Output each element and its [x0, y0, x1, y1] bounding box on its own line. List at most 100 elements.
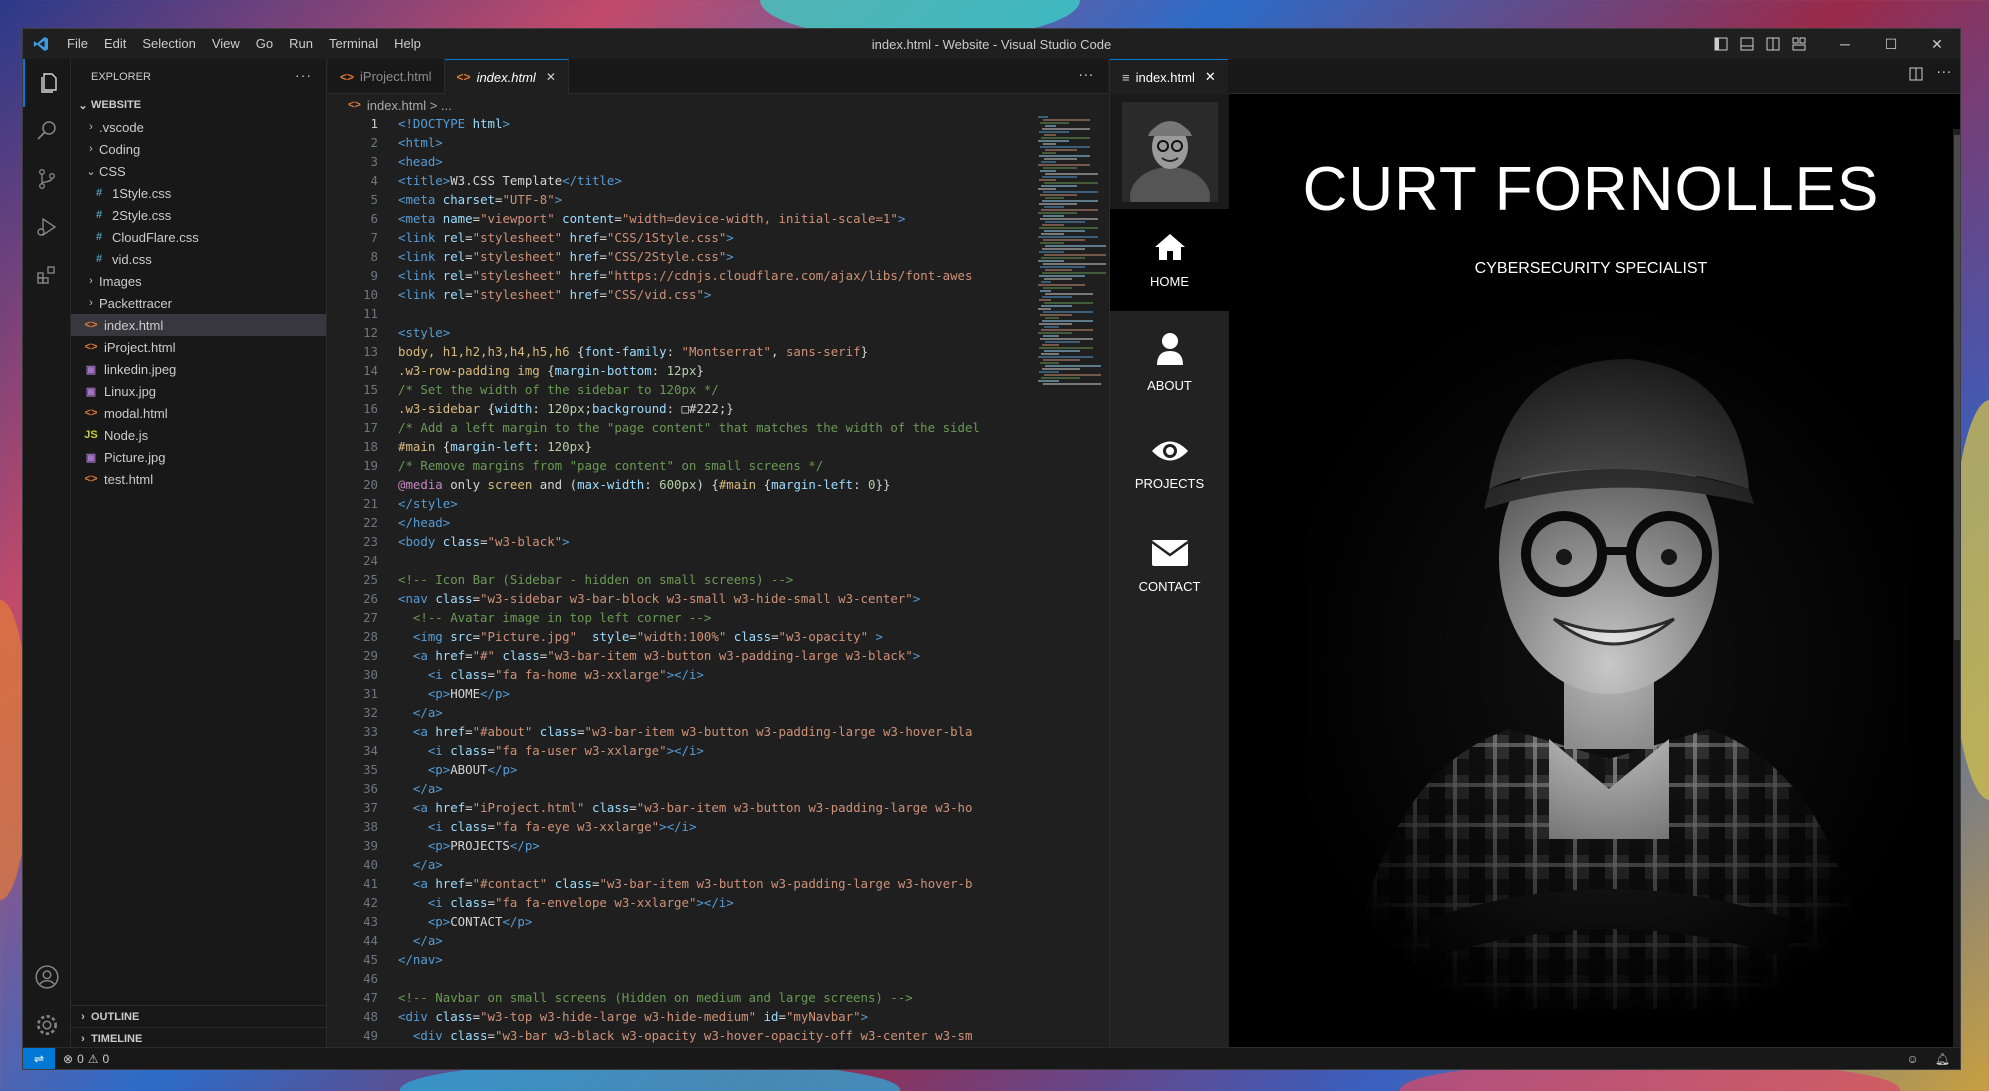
line-number: 28: [363, 629, 378, 644]
folder-images[interactable]: › Images: [71, 270, 326, 292]
file-vid-css[interactable]: # vid.css: [71, 248, 326, 270]
file-iproject-html[interactable]: <> iProject.html: [71, 336, 326, 358]
menu-file[interactable]: File: [59, 29, 96, 59]
code-text: <p>ABOUT</p>: [398, 762, 518, 777]
code-line: 29 <a href="#" class="w3-bar-item w3-but…: [328, 648, 1108, 667]
split-editor-icon[interactable]: [1909, 67, 1923, 85]
toggle-secondary-sidebar-icon[interactable]: [1760, 29, 1786, 59]
folder-coding[interactable]: › Coding: [71, 138, 326, 160]
line-number: 10: [363, 287, 378, 302]
line-number: 41: [363, 876, 378, 891]
status-bar: ⇌ ⊗ 0 ⚠ 0 ☺ 🔔︎: [23, 1047, 1960, 1069]
line-number: 48: [363, 1009, 378, 1024]
file-modal-html[interactable]: <> modal.html: [71, 402, 326, 424]
close-tab-icon[interactable]: ✕: [546, 70, 556, 84]
workspace-root[interactable]: ⌄ WEBSITE: [71, 94, 326, 116]
file-node-js[interactable]: JS Node.js: [71, 424, 326, 446]
code-line: 10 <link rel="stylesheet" href="CSS/vid.c…: [328, 287, 1108, 306]
code-line: 13 body, h1,h2,h3,h4,h5,h6 {font-family: …: [328, 344, 1108, 363]
menu-help[interactable]: Help: [386, 29, 429, 59]
folder--vscode[interactable]: › .vscode: [71, 116, 326, 138]
code-line: 40 </a>: [328, 857, 1108, 876]
code-line: 46: [328, 971, 1108, 990]
line-number: 45: [363, 952, 378, 967]
tab-index-html[interactable]: <> index.html ✕: [444, 59, 569, 94]
warning-count: 0: [102, 1051, 110, 1066]
html-file-icon: <>: [84, 473, 98, 485]
more-actions-icon[interactable]: ···: [1937, 67, 1952, 85]
file-2style-css[interactable]: #2Style.css: [71, 204, 326, 226]
code-text: <!-- Navbar on small screens (Hidden on …: [398, 990, 913, 1005]
problems-status[interactable]: ⊗ 0 ⚠ 0: [55, 1052, 117, 1066]
line-number: 47: [363, 990, 378, 1005]
file-picture-jpg[interactable]: ▣ Picture.jpg: [71, 446, 326, 468]
chevron-right-icon: ›: [89, 143, 93, 155]
site-nav-contact[interactable]: CONTACT: [1110, 515, 1229, 617]
code-line: 16 .w3-sidebar {width: 120px;background: …: [328, 401, 1108, 420]
css-file-icon: #: [95, 209, 103, 221]
vscode-logo-icon[interactable]: [23, 29, 59, 59]
toggle-panel-icon[interactable]: [1734, 29, 1760, 59]
explorer-more-actions-button[interactable]: ···: [295, 67, 312, 83]
outline-section[interactable]: › OUTLINE: [71, 1005, 326, 1028]
tab-iproject-html[interactable]: <> iProject.html: [328, 59, 445, 94]
minimap[interactable]: [1038, 116, 1108, 416]
code-editor[interactable]: 1 <!DOCTYPE html> 2 <html> 3 <head> 4 <title>W3…: [328, 116, 1108, 1049]
minimize-button[interactable]: ─: [1822, 29, 1868, 59]
code-text: </head>: [398, 515, 451, 530]
site-nav-home[interactable]: HOME: [1110, 209, 1229, 311]
css-file-icon: #: [95, 253, 103, 265]
toggle-sidebar-icon[interactable]: [1708, 29, 1734, 59]
menu-run[interactable]: Run: [281, 29, 321, 59]
file-test-html[interactable]: <> test.html: [71, 468, 326, 490]
site-nav-about[interactable]: ABOUT: [1110, 311, 1229, 413]
code-line: 45 </nav>: [328, 952, 1108, 971]
extensions-icon[interactable]: [23, 251, 71, 299]
accounts-icon[interactable]: [23, 953, 71, 1001]
search-icon[interactable]: [23, 107, 71, 155]
warning-icon: ⚠: [87, 1051, 99, 1066]
folder-packettracer[interactable]: › Packettracer: [71, 292, 326, 314]
code-line: 38 <i class="fa fa-eye w3-xxlarge"></i>: [328, 819, 1108, 838]
menu-selection[interactable]: Selection: [134, 29, 203, 59]
tab-preview-index-html[interactable]: ≡ index.html ✕: [1110, 59, 1228, 94]
breadcrumb-path[interactable]: index.html > ...: [367, 98, 452, 113]
file-index-html[interactable]: <> index.html: [71, 314, 326, 336]
code-text: <head>: [398, 154, 443, 169]
code-text: <body class="w3-black">: [398, 534, 570, 549]
preview-scrollbar[interactable]: [1953, 129, 1960, 1049]
menu-view[interactable]: View: [204, 29, 248, 59]
editor-more-actions-button[interactable]: ···: [1079, 69, 1094, 84]
code-text: .w3-sidebar {width: 120px;background: □#…: [398, 401, 734, 416]
feedback-icon[interactable]: ☺: [1907, 1052, 1919, 1066]
explorer-icon[interactable]: [23, 59, 71, 107]
code-line: 48 <div class="w3-top w3-hide-large w3-hi…: [328, 1009, 1108, 1028]
code-line: 9 <link rel="stylesheet" href="https://cd…: [328, 268, 1108, 287]
menu-terminal[interactable]: Terminal: [321, 29, 386, 59]
source-control-icon[interactable]: [23, 155, 71, 203]
tree-item-label: 2Style.css: [112, 207, 172, 223]
folder-css[interactable]: ⌄ CSS: [71, 160, 326, 182]
code-line: 26 <nav class="w3-sidebar w3-bar-block w3…: [328, 591, 1108, 610]
notifications-bell-icon[interactable]: 🔔︎: [1935, 1052, 1950, 1066]
close-window-button[interactable]: ✕: [1914, 29, 1960, 59]
code-text: </a>: [398, 705, 443, 720]
file-linux-jpg[interactable]: ▣ Linux.jpg: [71, 380, 326, 402]
customize-layout-icon[interactable]: [1786, 29, 1812, 59]
menu-go[interactable]: Go: [248, 29, 281, 59]
css-file-icon: #: [95, 231, 103, 243]
file-linkedin-jpeg[interactable]: ▣ linkedin.jpeg: [71, 358, 326, 380]
site-nav-projects[interactable]: PROJECTS: [1110, 413, 1229, 515]
remote-indicator-icon[interactable]: ⇌: [23, 1047, 55, 1069]
settings-gear-icon[interactable]: [23, 1001, 71, 1049]
close-tab-icon[interactable]: ✕: [1205, 69, 1216, 85]
file-cloudflare-css[interactable]: # CloudFlare.css: [71, 226, 326, 248]
file-1style-css[interactable]: #1Style.css: [71, 182, 326, 204]
menu-edit[interactable]: Edit: [96, 29, 134, 59]
line-number: 23: [363, 534, 378, 549]
code-text: <p>HOME</p>: [398, 686, 510, 701]
line-number: 1: [370, 116, 378, 131]
tree-item-label: Linux.jpg: [104, 383, 157, 399]
run-debug-icon[interactable]: [23, 203, 71, 251]
maximize-button[interactable]: ☐: [1868, 29, 1914, 59]
